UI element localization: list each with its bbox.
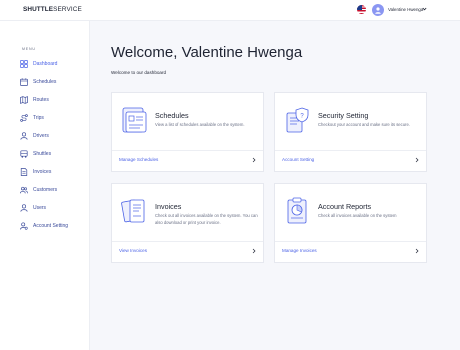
page-title: Welcome, Valentine Hwenga	[111, 44, 303, 61]
card-title: Schedules	[155, 111, 189, 120]
sidebar-item-dashboard[interactable]: Dashboard	[20, 58, 86, 70]
card-divider	[275, 241, 426, 242]
sidebar-item-drivers[interactable]: Drivers	[20, 130, 86, 142]
map-icon	[20, 96, 28, 104]
sidebar-item-customers[interactable]: Customers	[20, 184, 86, 196]
card-description: Check all invoices available on the syst…	[318, 213, 397, 218]
bus-icon	[20, 150, 28, 158]
sidebar: MENU Dashboard Schedules Routes Trips Dr…	[0, 21, 90, 350]
user-avatar-icon	[375, 6, 381, 14]
invoice-illustration-icon	[121, 199, 145, 223]
menu-title: MENU	[22, 47, 36, 51]
card-divider	[112, 241, 263, 242]
chevron-right-icon[interactable]	[415, 157, 419, 163]
driver-icon	[20, 132, 28, 140]
sidebar-item-label: Account Setting	[33, 223, 69, 229]
sidebar-item-users[interactable]: Users	[20, 202, 86, 214]
sidebar-item-routes[interactable]: Routes	[20, 94, 86, 106]
manage-schedules-link[interactable]: Manage Schedules	[119, 157, 158, 162]
manage-invoices-link[interactable]: Manage Invoices	[282, 248, 317, 253]
customers-icon	[20, 186, 28, 194]
sidebar-item-label: Dashboard	[33, 61, 58, 67]
card-invoices: Invoices Check out all invoices availabl…	[111, 183, 264, 263]
sidebar-item-label: Users	[33, 205, 47, 211]
card-description: View a list of schedules available on th…	[155, 122, 245, 127]
card-description: Check out all invoices available on the …	[155, 213, 258, 225]
security-illustration-icon: ?	[286, 107, 309, 133]
card-title: Invoices	[155, 202, 182, 211]
sidebar-item-invoices[interactable]: Invoices	[20, 166, 86, 178]
us-flag-icon[interactable]	[357, 5, 366, 14]
page-subtitle: Welcome to our dashboard	[111, 70, 167, 75]
card-title: Account Reports	[318, 202, 372, 211]
sidebar-item-schedules[interactable]: Schedules	[20, 76, 86, 88]
app-logo[interactable]: SHUTTLESERVICE	[23, 6, 82, 13]
logo-bold-text: SHUTTLE	[23, 6, 54, 13]
sidebar-item-label: Invoices	[33, 169, 52, 175]
card-security-setting: ? Security Setting Checkout your account…	[274, 92, 427, 172]
chevron-right-icon[interactable]	[252, 248, 256, 254]
avatar[interactable]	[372, 4, 384, 16]
schedule-illustration-icon	[122, 107, 147, 133]
top-bar: SHUTTLESERVICE Valentine Hwenga	[0, 0, 460, 21]
sidebar-item-label: Shuttles	[33, 151, 52, 157]
route-icon	[20, 114, 28, 122]
card-description: Checkout your account and make sure its …	[318, 122, 410, 127]
sidebar-item-label: Trips	[33, 115, 44, 121]
dashboard-icon	[20, 60, 28, 68]
card-schedules: Schedules View a list of schedules avail…	[111, 92, 264, 172]
chevron-right-icon[interactable]	[252, 157, 256, 163]
view-invoices-link[interactable]: View Invoices	[119, 248, 147, 253]
account-setting-icon	[20, 222, 28, 230]
account-setting-link[interactable]: Account Setting	[282, 157, 314, 162]
sidebar-item-label: Schedules	[33, 79, 57, 85]
logo-light-text: SERVICE	[53, 6, 82, 13]
card-divider	[112, 150, 263, 151]
calendar-icon	[20, 78, 28, 86]
sidebar-item-trips[interactable]: Trips	[20, 112, 86, 124]
user-name[interactable]: Valentine Hwenga	[388, 7, 423, 12]
card-divider	[275, 150, 426, 151]
sidebar-item-label: Customers	[33, 187, 58, 193]
sidebar-item-shuttles[interactable]: Shuttles	[20, 148, 86, 160]
sidebar-item-label: Routes	[33, 97, 49, 103]
sidebar-item-label: Drivers	[33, 133, 49, 139]
card-account-reports: Account Reports Check all invoices avail…	[274, 183, 427, 263]
user-icon	[20, 204, 28, 212]
report-illustration-icon	[287, 197, 307, 224]
chevron-right-icon[interactable]	[415, 248, 419, 254]
chevron-down-icon[interactable]	[422, 7, 427, 11]
invoice-icon	[20, 168, 28, 176]
sidebar-item-account-setting[interactable]: Account Setting	[20, 220, 86, 232]
card-title: Security Setting	[318, 111, 369, 120]
